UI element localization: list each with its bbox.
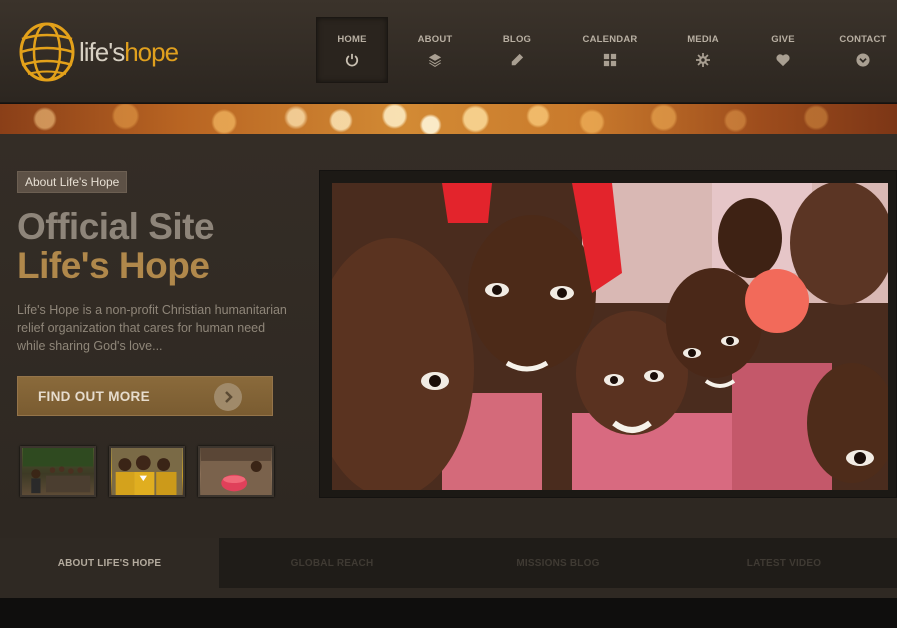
bokeh-banner-strip [0,104,897,134]
footer [0,598,897,628]
main-nav: HOME ABOUT BLOG CALENDAR MEDIA GIVE CONT… [316,17,897,83]
gallery-thumbnail-1[interactable] [20,446,96,497]
nav-item-label: CONTACT [839,33,887,45]
nav-item-media[interactable]: MEDIA [668,17,738,83]
globe-logo-icon [19,22,75,82]
nav-item-give[interactable]: GIVE [738,17,828,83]
heart-icon [776,53,790,66]
nav-item-contact[interactable]: CONTACT [828,17,897,83]
featured-photo-children[interactable] [332,183,888,490]
headline-official-site: Official Site [17,206,215,247]
tab-content-strip [0,588,897,598]
featured-photo-frame [319,170,897,498]
nav-item-label: ABOUT [417,33,453,45]
find-out-more-label: FIND OUT MORE [38,388,150,404]
hero-description: Life's Hope is a non-profit Christian hu… [17,303,287,353]
find-out-more-button[interactable]: FIND OUT MORE [17,376,273,416]
power-icon [345,53,359,66]
logo-text-life: life's [79,36,125,67]
children-photo-image [332,183,888,490]
gear-icon [696,52,710,67]
photo-thumbnail-image [111,448,183,495]
chevron-down-circle-icon [856,52,870,67]
tab-global-reach[interactable]: GLOBAL REACH [219,538,445,588]
grid-icon [603,53,617,66]
nav-item-label: HOME [337,33,367,45]
headline-lifes-hope: Life's Hope [17,245,210,286]
photo-thumbnail-image [200,448,272,495]
nav-item-label: BLOG [502,33,532,45]
gallery-thumbnail-3[interactable] [198,446,274,497]
nav-item-label: GIVE [771,33,795,45]
layers-icon [428,53,442,67]
section-tag[interactable]: About Life's Hope [17,171,128,193]
nav-item-about[interactable]: ABOUT [388,17,482,83]
nav-item-calendar[interactable]: CALENDAR [552,17,668,83]
tab-about-lifes-hope[interactable]: ABOUT LIFE'S HOPE [0,538,219,588]
tab-missions-blog[interactable]: MISSIONS BLOG [445,538,671,588]
pencil-icon [511,53,524,65]
nav-item-home[interactable]: HOME [316,17,388,83]
nav-item-label: MEDIA [687,33,719,45]
nav-item-label: CALENDAR [582,33,638,45]
bottom-tabs: ABOUT LIFE'S HOPE GLOBAL REACH MISSIONS … [0,538,897,588]
logo[interactable]: life'shope [18,17,218,87]
logo-text: life'shope [79,36,179,68]
hero-section: About Life's Hope Official Site Life's H… [0,134,897,538]
nav-item-blog[interactable]: BLOG [482,17,552,83]
gallery-thumbnail-2[interactable] [109,446,185,497]
site-header: life'shope HOME ABOUT BLOG CALENDAR MEDI… [0,0,897,103]
arrow-right-icon [214,383,242,411]
photo-thumbnail-image [22,448,94,494]
logo-text-hope: hope [124,36,179,67]
tab-latest-video[interactable]: LATEST VIDEO [671,538,897,588]
